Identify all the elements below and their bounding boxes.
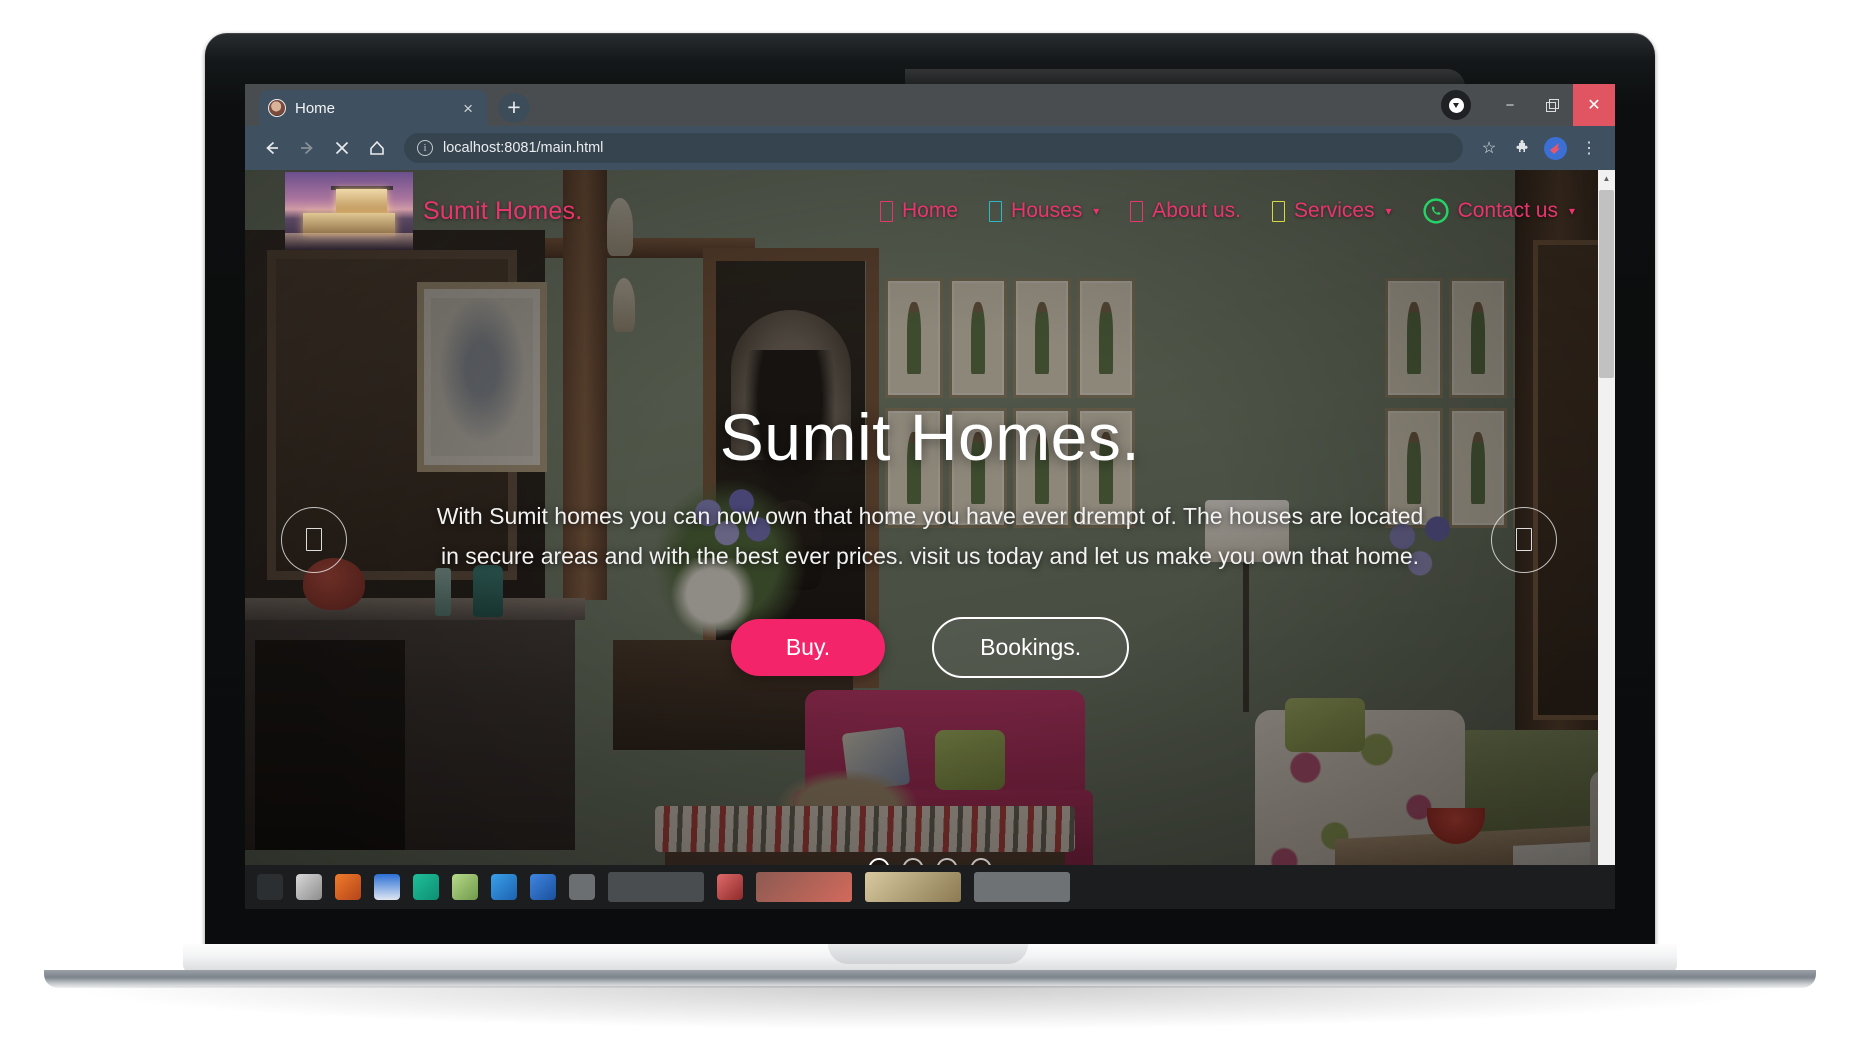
- taskbar-window-preview[interactable]: [974, 872, 1070, 902]
- nav-item-services[interactable]: Services ▾: [1272, 199, 1392, 223]
- brand-name: Sumit Homes.: [423, 196, 583, 225]
- taskbar-icon[interactable]: [257, 874, 283, 900]
- tab-favicon-icon: [268, 99, 286, 117]
- taskbar-icon[interactable]: [491, 874, 517, 900]
- nav-item-home[interactable]: Home: [880, 199, 958, 223]
- page-viewport: Sumit Homes. Home Houses ▾ About us. Ser…: [245, 170, 1615, 909]
- windows-taskbar: [245, 865, 1615, 909]
- taskbar-window-preview[interactable]: [608, 872, 704, 902]
- nav-label: Home: [902, 199, 959, 222]
- browser-menu-button[interactable]: ⋮: [1574, 132, 1604, 164]
- back-button[interactable]: [256, 132, 288, 164]
- tofu-box-icon: [1272, 200, 1286, 222]
- maximize-icon: [1545, 98, 1559, 112]
- laptop-shadow: [60, 986, 1800, 1030]
- nav-label: Services: [1294, 199, 1375, 222]
- hero-description: With Sumit homes you can now own that ho…: [436, 503, 1424, 570]
- taskbar-icon[interactable]: [530, 874, 556, 900]
- taskbar-icon[interactable]: [413, 874, 439, 900]
- chevron-down-icon: ▾: [1093, 204, 1100, 218]
- scrollbar-thumb[interactable]: [1599, 190, 1614, 378]
- chevron-down-icon: ▾: [1385, 204, 1392, 218]
- brand-block[interactable]: Sumit Homes.: [285, 172, 582, 250]
- page-scrollbar[interactable]: ▲ ▼: [1598, 170, 1615, 909]
- puzzle-piece-icon: [1516, 140, 1528, 152]
- bookmark-star-button[interactable]: ☆: [1474, 132, 1504, 164]
- browser-tab[interactable]: Home ×: [259, 90, 487, 126]
- window-controls: − ✕: [1441, 84, 1615, 126]
- extensions-button[interactable]: [1507, 132, 1537, 164]
- address-bar-url: localhost:8081/main.html: [443, 140, 604, 156]
- new-tab-button[interactable]: +: [498, 93, 530, 123]
- tofu-box-icon: [1516, 528, 1532, 551]
- tofu-box-icon: [1130, 200, 1144, 222]
- close-x-icon: [335, 141, 349, 155]
- taskbar-window-preview[interactable]: [756, 872, 852, 902]
- hero-title: Sumit Homes.: [719, 400, 1141, 475]
- carousel-prev-button[interactable]: [281, 506, 347, 573]
- nav-item-about-us[interactable]: About us.: [1130, 199, 1241, 223]
- tab-close-icon[interactable]: ×: [458, 97, 478, 120]
- taskbar-icon[interactable]: [452, 874, 478, 900]
- nav-label: Contact us: [1457, 199, 1558, 222]
- maximize-button[interactable]: [1531, 84, 1573, 126]
- forward-arrow-icon: [301, 141, 313, 155]
- back-arrow-icon: [266, 141, 278, 155]
- home-button[interactable]: [361, 132, 393, 164]
- nav-label: Houses: [1011, 199, 1083, 222]
- address-bar[interactable]: i localhost:8081/main.html: [404, 133, 1463, 163]
- profile-chip-icon[interactable]: [1441, 90, 1471, 120]
- laptop-mockup: Home × + − ✕ i localhost:8081/main.html …: [0, 0, 1854, 1042]
- site-info-icon[interactable]: i: [417, 140, 433, 156]
- taskbar-window-preview[interactable]: [865, 872, 961, 902]
- taskbar-icon[interactable]: [569, 874, 595, 900]
- whatsapp-icon: [1422, 198, 1449, 224]
- buy-button[interactable]: Buy.: [730, 618, 886, 676]
- taskbar-icon[interactable]: [296, 874, 322, 900]
- bird-avatar-icon: [1550, 142, 1561, 154]
- nav-item-houses[interactable]: Houses ▾: [989, 199, 1099, 223]
- nav-item-contact-us[interactable]: Contact us ▾: [1422, 198, 1575, 224]
- home-icon: [370, 140, 384, 155]
- taskbar-icon[interactable]: [335, 874, 361, 900]
- site-logo-image: [285, 172, 413, 250]
- chevron-down-icon: ▾: [1568, 204, 1575, 218]
- laptop-hinge-notch: [828, 944, 1028, 964]
- carousel-next-button[interactable]: [1491, 506, 1557, 573]
- site-navigation: Home Houses ▾ About us. Services ▾ Conta…: [880, 198, 1575, 224]
- minimize-button[interactable]: −: [1489, 84, 1531, 126]
- stop-loading-button[interactable]: [326, 132, 358, 164]
- bookings-button[interactable]: Bookings.: [932, 616, 1130, 678]
- browser-tab-strip: Home × + − ✕: [245, 84, 1615, 126]
- nav-label: About us.: [1152, 199, 1242, 222]
- browser-toolbar: i localhost:8081/main.html ☆ ⋮: [245, 126, 1615, 170]
- laptop-screen: Home × + − ✕ i localhost:8081/main.html …: [245, 84, 1615, 909]
- hero-section: Sumit Homes. With Sumit homes you can no…: [245, 170, 1615, 909]
- browser-window: Home × + − ✕ i localhost:8081/main.html …: [245, 84, 1615, 909]
- taskbar-icon[interactable]: [717, 874, 743, 900]
- scroll-up-button[interactable]: ▲: [1598, 170, 1615, 187]
- profile-avatar[interactable]: [1544, 136, 1567, 160]
- hero-action-buttons: Buy. Bookings.: [730, 616, 1130, 678]
- tofu-box-icon: [306, 528, 322, 551]
- close-window-button[interactable]: ✕: [1573, 84, 1615, 126]
- forward-button[interactable]: [291, 132, 323, 164]
- tofu-box-icon: [989, 200, 1003, 222]
- tofu-box-icon: [880, 200, 894, 222]
- tab-title: Home: [295, 99, 336, 117]
- site-header: Sumit Homes. Home Houses ▾ About us. Ser…: [245, 170, 1615, 252]
- taskbar-icon[interactable]: [374, 874, 400, 900]
